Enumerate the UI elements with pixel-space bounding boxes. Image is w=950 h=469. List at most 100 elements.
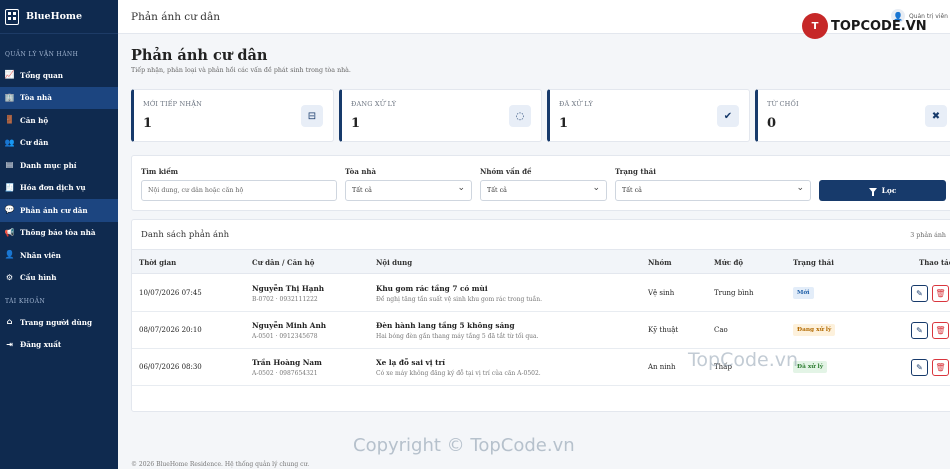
edit-icon[interactable]: ✎	[911, 359, 928, 376]
row-title: Khu gom rác tầng 7 có mùi	[376, 284, 488, 293]
edit-icon[interactable]: ✎	[911, 322, 928, 339]
sidebar-item-label: Cấu hình	[20, 273, 57, 283]
table-row: 10/07/2026 07:45 Nguyễn Thị Hạnh B-0702 · …	[132, 275, 950, 312]
sidebar-item[interactable]: 🧾 Hóa đơn dịch vụ	[0, 177, 118, 200]
col-resident: Cư dân / Căn hộ	[252, 258, 315, 267]
sidebar-item[interactable]: ⇥ Đăng xuất	[0, 334, 118, 357]
table-title: Danh sách phản ánh	[141, 230, 230, 240]
stat-label: ĐÃ XỬ LÝ	[559, 100, 593, 108]
sidebar-item-label: Hóa đơn dịch vụ	[20, 183, 86, 193]
row-apartment: A-0501 · 0912345678	[252, 333, 318, 340]
door-icon: 🚪	[4, 115, 15, 125]
search-label: Tìm kiếm	[141, 167, 179, 176]
row-desc: Đề nghị tăng tần suất vệ sinh khu gom rá…	[376, 296, 542, 303]
sidebar-item[interactable]: 👥 Cư dân	[0, 132, 118, 155]
building-filter-label: Tòa nhà	[345, 167, 377, 176]
watermark-logo: T TOPCODE.VN	[802, 13, 927, 39]
main-content: Phản ánh cư dân Tiếp nhận, phân loại và …	[118, 34, 950, 469]
row-level: Cao	[714, 326, 728, 334]
group-select[interactable]: Tất cả	[480, 180, 607, 201]
sidebar-item[interactable]: 💬 Phản ánh cư dân	[0, 199, 118, 222]
footer: © 2026 BlueHome Residence. Hệ thống quản…	[131, 461, 310, 468]
inbox-icon: ⊟	[301, 105, 323, 127]
status-filter-label: Trạng thái	[615, 167, 656, 176]
sidebar-item[interactable]: ▤ Danh mục phí	[0, 154, 118, 177]
sidebar-item[interactable]: 👤 Nhân viên	[0, 244, 118, 267]
stat-value: 1	[559, 116, 569, 131]
col-time: Thời gian	[139, 258, 177, 267]
sidebar-item[interactable]: 📢 Thông báo tòa nhà	[0, 222, 118, 245]
comments-icon: 💬	[4, 205, 15, 215]
stat-card: MỚI TIẾP NHẬN 1 ⊟	[131, 89, 334, 142]
nav-section-operations: QUẢN LÝ VẬN HÀNH	[5, 51, 79, 58]
building-logo-icon	[5, 8, 19, 25]
row-time: 10/07/2026 07:45	[139, 289, 202, 297]
sidebar-item-label: Phản ánh cư dân	[20, 205, 88, 215]
stat-label: ĐANG XỬ LÝ	[351, 100, 397, 108]
stat-value: 1	[143, 116, 153, 131]
row-group: An ninh	[648, 363, 676, 371]
receipt-icon: 🧾	[4, 182, 15, 192]
group-filter-label: Nhóm vấn đề	[480, 167, 532, 176]
building-icon: 🏢	[4, 92, 15, 102]
sidebar-item-label: Nhân viên	[20, 250, 61, 260]
filter-button[interactable]: Lọc	[819, 180, 946, 201]
row-resident: Nguyễn Minh Anh	[252, 321, 327, 330]
row-level: Trung bình	[714, 289, 754, 297]
trash-icon[interactable]: 🗑	[932, 322, 949, 339]
user-tie-icon: 👤	[4, 250, 15, 260]
col-status: Trạng thái	[793, 258, 834, 267]
funnel-icon	[868, 188, 877, 196]
filter-panel: Tìm kiếm Nội dung, cư dân hoặc căn hộ Tò…	[131, 155, 950, 211]
status-badge: Mới	[793, 287, 814, 299]
stat-label: MỚI TIẾP NHẬN	[143, 100, 203, 108]
trash-icon[interactable]: 🗑	[932, 285, 949, 302]
sidebar-item[interactable]: ⌂ Trang người dùng	[0, 311, 118, 334]
sidebar-item[interactable]: 📈 Tổng quan	[0, 64, 118, 87]
brand-name: BlueHome	[26, 11, 82, 22]
nav-section-account: TÀI KHOẢN	[5, 298, 46, 305]
sidebar-item-label: Tòa nhà	[20, 93, 52, 103]
file-icon: ▤	[5, 160, 14, 170]
watermark-logo-text: TOPCODE.VN	[831, 18, 927, 34]
sidebar-item[interactable]: 🏢 Tòa nhà	[0, 86, 118, 109]
gear-icon: ⚙	[5, 272, 14, 282]
status-select[interactable]: Tất cả	[615, 180, 811, 201]
feedback-table-card: Danh sách phản ánh 3 phản ánh Thời gian …	[131, 219, 950, 412]
row-title: Đèn hành lang tầng 5 không sáng	[376, 321, 515, 330]
row-resident: Nguyễn Thị Hạnh	[252, 284, 325, 293]
row-apartment: B-0702 · 0932111222	[252, 296, 318, 303]
stat-card: ĐANG XỬ LÝ 1 ◌	[339, 89, 542, 142]
col-content: Nội dung	[376, 258, 413, 267]
sidebar-item-label: Căn hộ	[20, 115, 49, 125]
stat-label: TỪ CHỐI	[767, 100, 799, 108]
trash-icon[interactable]: 🗑	[932, 359, 949, 376]
building-select[interactable]: Tất cả	[345, 180, 472, 201]
row-time: 06/07/2026 08:30	[139, 363, 202, 371]
logout-icon: ⇥	[6, 339, 13, 349]
check-circle-icon: ✔	[717, 105, 739, 127]
stat-card: ĐÃ XỬ LÝ 1 ✔	[547, 89, 750, 142]
sidebar-item-label: Đăng xuất	[20, 340, 62, 350]
sidebar-item[interactable]: 🚪 Căn hộ	[0, 109, 118, 132]
brand[interactable]: BlueHome	[0, 0, 118, 34]
table-row: 06/07/2026 08:30 Trần Hoàng Nam A-0502 · 0…	[132, 349, 950, 386]
stat-value: 0	[767, 116, 777, 131]
edit-icon[interactable]: ✎	[911, 285, 928, 302]
row-desc: Hai bóng đèn gần thang máy tầng 5 đã tắt…	[376, 333, 539, 340]
spinner-icon: ◌	[509, 105, 531, 127]
filter-button-label: Lọc	[881, 186, 897, 195]
chart-line-icon: 📈	[4, 70, 15, 80]
stat-card: TỪ CHỐI 0 ✖	[755, 89, 950, 142]
table-row: 08/07/2026 20:10 Nguyễn Minh Anh A-0501 · …	[132, 312, 950, 349]
megaphone-icon: 📢	[4, 227, 15, 237]
col-actions: Thao tác	[919, 258, 950, 267]
sidebar-item[interactable]: ⚙ Cấu hình	[0, 267, 118, 290]
watermark-center: TopCode.vn	[688, 349, 799, 371]
col-level: Mức độ	[714, 258, 744, 267]
row-apartment: A-0502 · 0987654321	[252, 370, 318, 377]
users-icon: 👥	[4, 137, 15, 147]
sidebar-item-label: Trang người dùng	[20, 317, 93, 327]
row-group: Kỹ thuật	[648, 326, 679, 334]
search-input[interactable]: Nội dung, cư dân hoặc căn hộ	[141, 180, 337, 201]
